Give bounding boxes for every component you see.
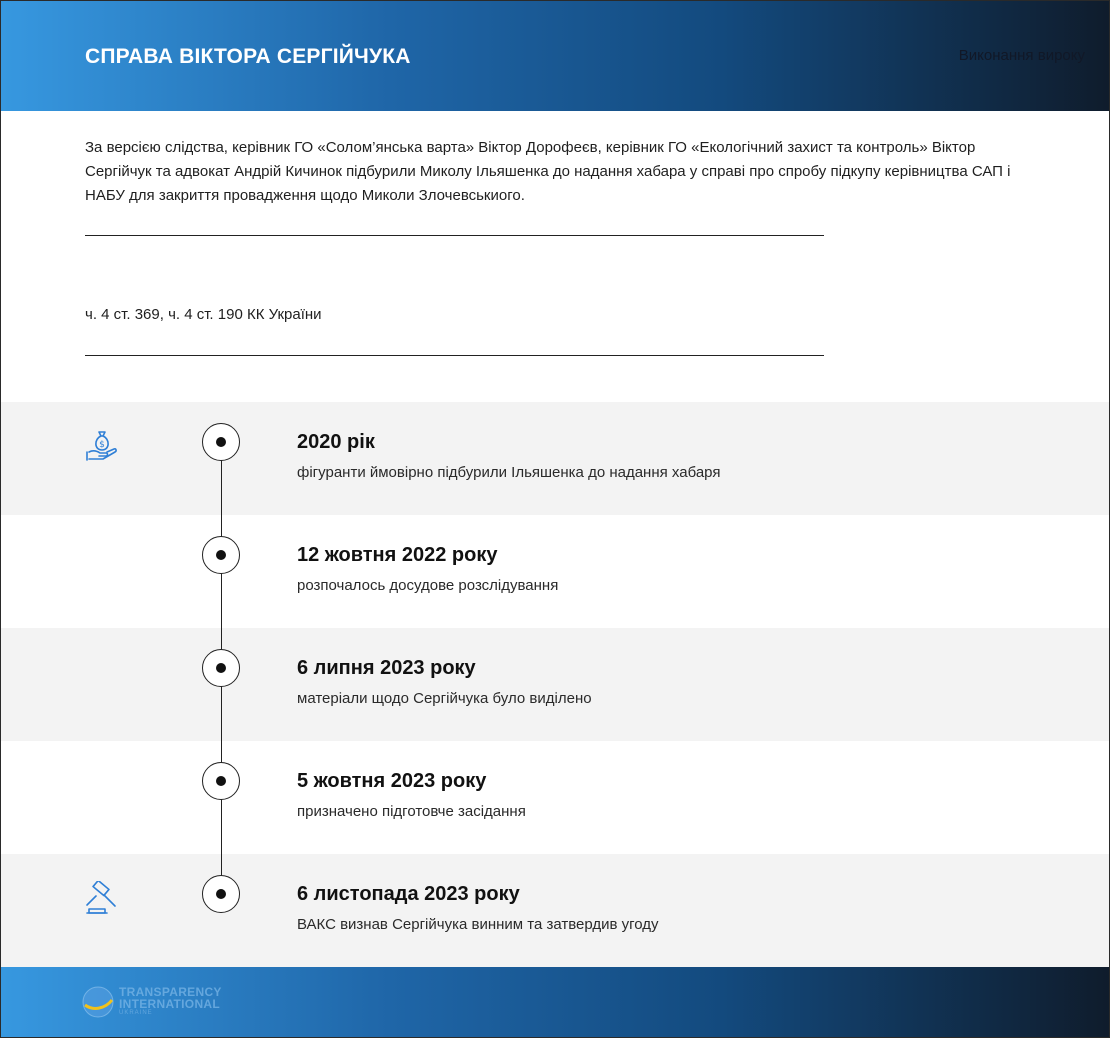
timeline-date: 6 липня 2023 року xyxy=(297,657,476,679)
timeline-row xyxy=(1,515,1109,628)
money-bag-hand-icon: $ xyxy=(85,428,119,462)
timeline-date: 2020 рік xyxy=(297,431,375,453)
svg-text:$: $ xyxy=(99,440,105,450)
logo-text-line3: UKRAINE xyxy=(119,1010,153,1016)
header-banner: СПРАВА ВІКТОРА СЕРГІЙЧУКА Виконання виро… xyxy=(1,1,1109,111)
page-title: СПРАВА ВІКТОРА СЕРГІЙЧУКА xyxy=(85,45,411,68)
globe-icon xyxy=(82,986,114,1018)
timeline-row xyxy=(1,402,1109,515)
logo-text-line2: INTERNATIONAL xyxy=(119,997,221,1011)
timeline-date: 5 жовтня 2023 року xyxy=(297,770,487,792)
timeline-date: 12 жовтня 2022 року xyxy=(297,544,498,566)
timeline-event: фігуранти ймовірно підбурили Ільяшенка д… xyxy=(297,464,721,481)
transparency-international-logo: TRANSPARENCY INTERNATIONAL UKRAINE xyxy=(81,983,251,1023)
case-description: За версією слідства, керівник ГО «Солом’… xyxy=(85,139,1011,204)
timeline-node xyxy=(202,762,240,800)
timeline-event: розпочалось досудове розслідування xyxy=(297,577,559,594)
divider xyxy=(85,355,824,356)
criminal-code-articles: ч. 4 ст. 369, ч. 4 ст. 190 КК України xyxy=(85,306,322,323)
gavel-icon xyxy=(85,879,119,915)
case-card: СПРАВА ВІКТОРА СЕРГІЙЧУКА Виконання виро… xyxy=(0,0,1110,1038)
footer-banner: TRANSPARENCY INTERNATIONAL UKRAINE xyxy=(1,967,1109,1037)
timeline-event: ВАКС визнав Сергійчука винним та затверд… xyxy=(297,916,659,933)
timeline-node xyxy=(202,423,240,461)
timeline-node xyxy=(202,875,240,913)
timeline-date: 6 листопада 2023 року xyxy=(297,883,520,905)
timeline-event: матеріали щодо Сергійчука було виділено xyxy=(297,690,592,707)
timeline-row xyxy=(1,854,1109,967)
divider xyxy=(85,235,824,236)
status-label: Виконання вироку xyxy=(958,47,1085,64)
timeline-row xyxy=(1,628,1109,741)
timeline-event: призначено підготовче засідання xyxy=(297,803,526,820)
timeline-node xyxy=(202,649,240,687)
timeline-row xyxy=(1,741,1109,854)
timeline-node xyxy=(202,536,240,574)
